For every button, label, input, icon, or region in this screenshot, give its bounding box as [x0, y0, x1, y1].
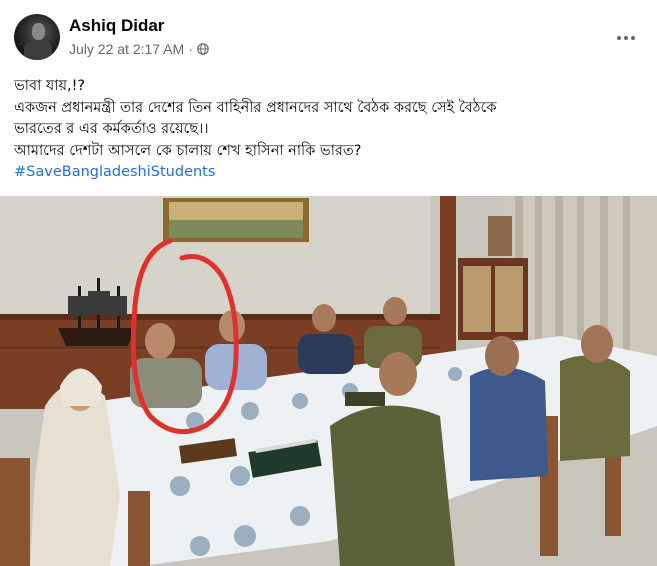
post-line-2: একজন প্রধানমন্ত্রী তার দেশের তিন বাহিনীর…	[14, 99, 497, 116]
author-avatar[interactable]	[14, 14, 60, 60]
hashtag-link[interactable]: #SaveBangladeshiStudents	[14, 164, 215, 180]
more-options-button[interactable]	[608, 20, 644, 56]
post-timestamp[interactable]: July 22 at 2:17 AM	[69, 41, 184, 57]
post-photo[interactable]	[0, 196, 657, 566]
globe-icon[interactable]	[197, 43, 209, 55]
post-text: ভাবা যায়,!? একজন প্রধানমন্ত্রী তার দেশে…	[14, 76, 644, 184]
post-line-3: ভারতের র এর কর্মকর্তাও রয়েছে।।	[14, 121, 209, 137]
post-header: Ashiq Didar July 22 at 2:17 AM ·	[14, 14, 644, 64]
post-meta: July 22 at 2:17 AM ·	[69, 41, 209, 57]
author-name[interactable]: Ashiq Didar	[69, 16, 164, 36]
more-dots-icon	[617, 36, 635, 40]
avatar-face	[32, 23, 45, 40]
wall-painting	[163, 198, 309, 242]
avatar-body	[24, 40, 52, 60]
facebook-post: Ashiq Didar July 22 at 2:17 AM · ভাবা যা…	[0, 0, 657, 566]
meta-separator: ·	[188, 41, 193, 57]
post-line-4: আমাদের দেশটা আসলে কে চালায় শেখ হাসিনা ন…	[14, 142, 362, 159]
post-line-1: ভাবা যায়,!?	[14, 78, 86, 94]
